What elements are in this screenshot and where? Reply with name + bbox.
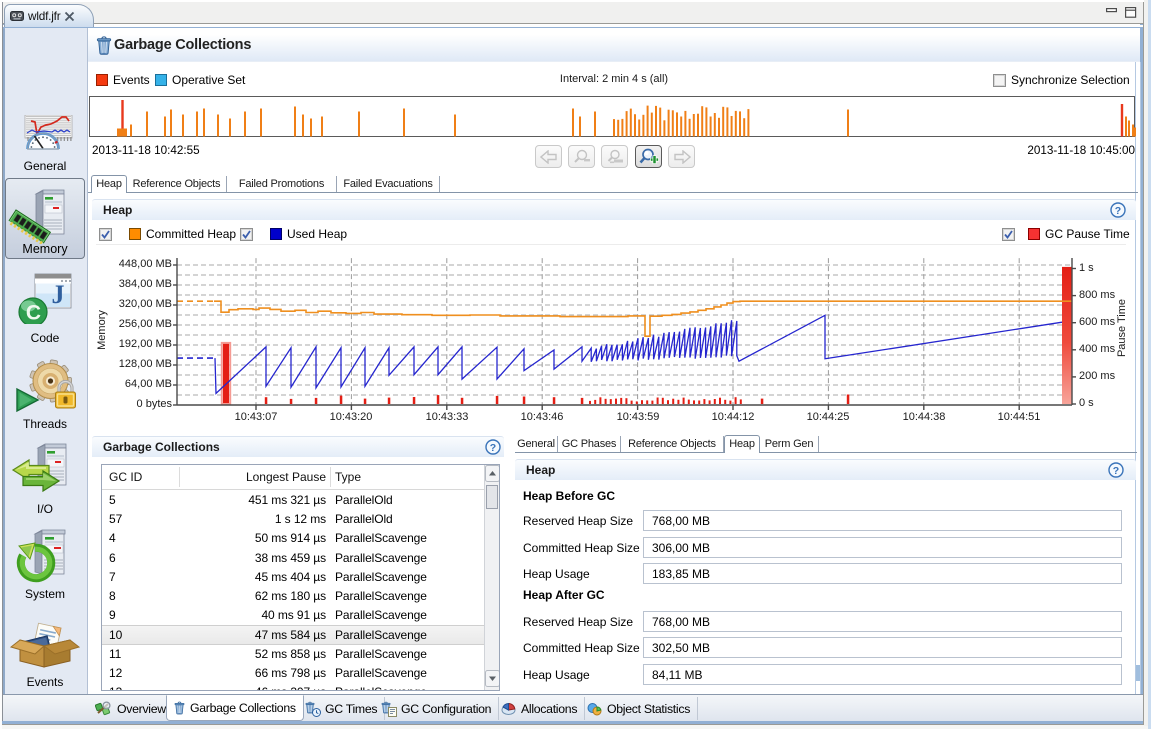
svg-text:?: ? bbox=[1113, 465, 1119, 477]
svg-text:?: ? bbox=[1115, 205, 1121, 217]
svg-text:?: ? bbox=[490, 442, 496, 454]
svg-text:J: J bbox=[52, 280, 65, 309]
svg-text:C: C bbox=[26, 302, 41, 325]
